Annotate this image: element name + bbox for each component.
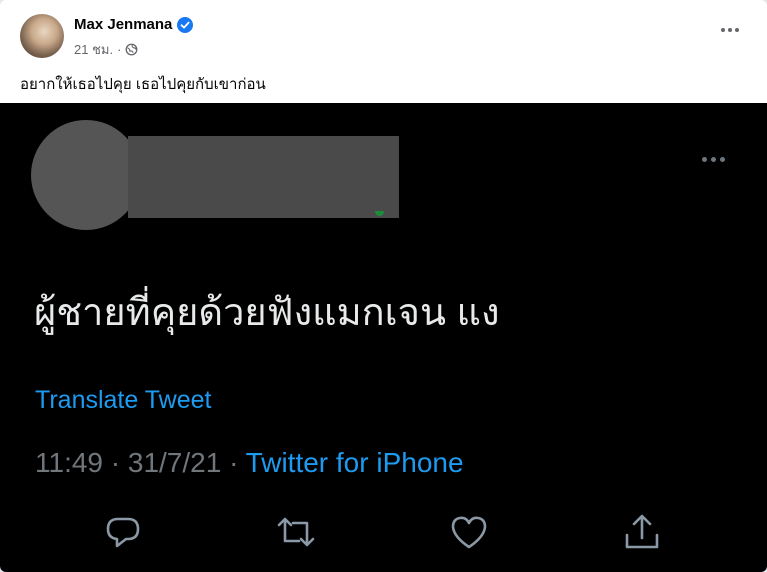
retweet-icon [275, 511, 317, 553]
post-caption: อยากให้เธอไปคุย เธอไปคุยกับเขาก่อน [20, 76, 266, 93]
tweet-author-avatar [31, 120, 141, 230]
tweet-meta: 11:49 · 31/7/21 · Twitter for iPhone [35, 447, 464, 479]
author-name[interactable]: Max Jenmana [74, 16, 172, 33]
author-avatar[interactable] [20, 14, 64, 58]
post-header: Max Jenmana 21 ชม. · [0, 0, 767, 66]
translate-tweet-link: Translate Tweet [35, 386, 212, 414]
tweet-timestamp: 11:49 · 31/7/21 · [35, 447, 246, 478]
tweet-screenshot[interactable]: ผู้ชายที่คุยด้วยฟังแมกเจน แง Translate T… [0, 103, 767, 572]
tweet-text: ผู้ชายที่คุยด้วยฟังแมกเจน แง [34, 292, 500, 334]
redacted-author-name [128, 136, 399, 218]
post-more-options-icon[interactable] [721, 28, 739, 32]
post-meta: 21 ชม. · [74, 39, 138, 60]
tweet-source: Twitter for iPhone [245, 447, 464, 478]
post-time[interactable]: 21 ชม. [74, 39, 113, 60]
reply-icon [102, 511, 144, 553]
like-icon [448, 511, 490, 553]
verified-badge-icon [177, 16, 194, 33]
tweet-more-icon [702, 157, 725, 162]
globe-icon [125, 43, 138, 56]
meta-separator: · [117, 42, 122, 57]
facebook-post: Max Jenmana 21 ชม. · อยากให้เธอไปคุย เธอ… [0, 0, 767, 572]
author-name-row: Max Jenmana [74, 16, 194, 33]
share-icon [621, 511, 663, 553]
